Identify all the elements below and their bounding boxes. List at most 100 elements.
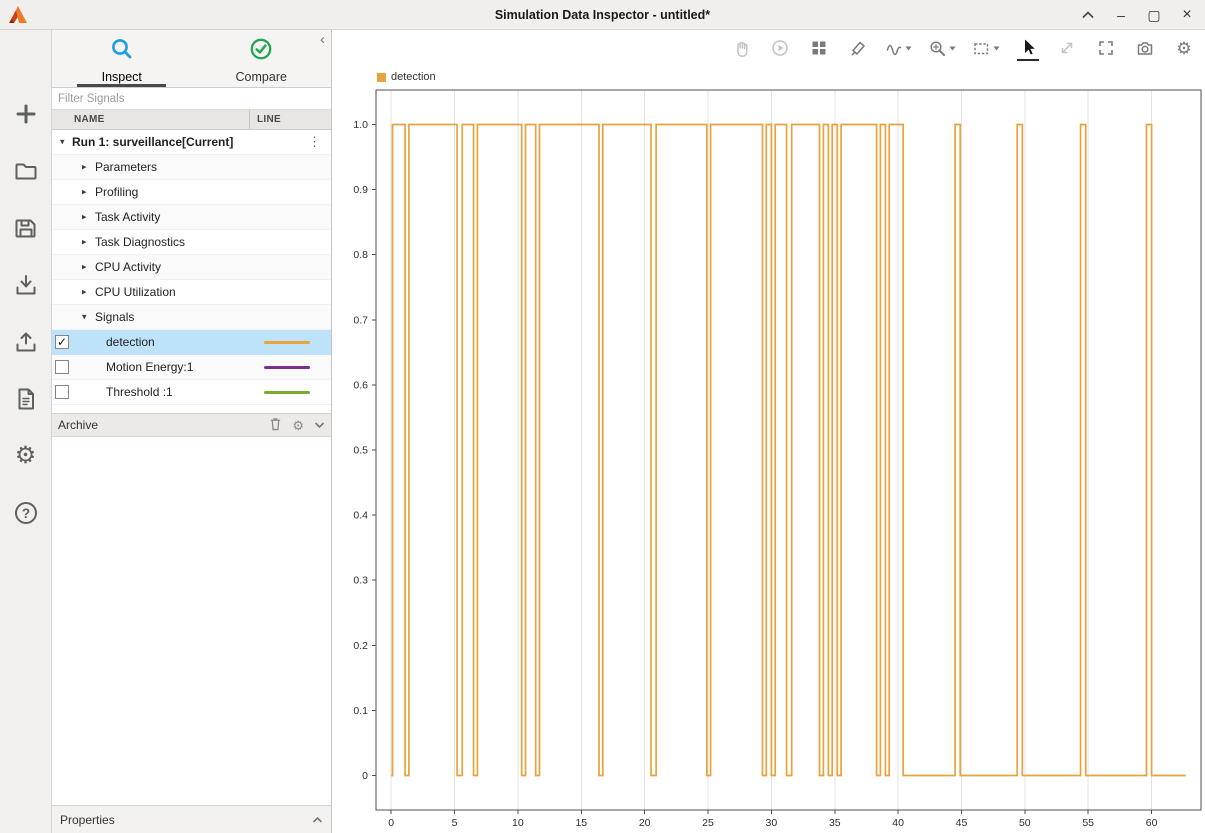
svg-text:0.1: 0.1 [353,705,368,717]
tab-inspect-label: Inspect [102,70,142,84]
window-title: Simulation Data Inspector - untitled* [0,8,1205,22]
svg-text:0.5: 0.5 [353,445,368,457]
column-header-name: NAME [52,110,250,129]
filter-signals-input[interactable] [52,88,331,109]
tree-expand-closed-icon[interactable]: ▸ [82,212,87,223]
tree-group-row[interactable]: ▸ Parameters [52,155,331,180]
tab-inspect[interactable]: Inspect [52,30,192,87]
delete-trash-icon[interactable] [269,417,282,434]
signal-checkbox[interactable] [55,385,69,399]
tree-item-label: Task Diagnostics [95,235,185,249]
tree-item-label: Parameters [95,160,157,174]
signal-line-swatch [264,391,310,394]
matlab-logo-icon [7,4,29,26]
save-button[interactable] [11,215,41,241]
signal-row[interactable]: Threshold :1 [52,380,331,405]
tree-item-label: Signals [95,310,134,324]
svg-text:0.2: 0.2 [353,640,368,652]
signal-checkbox[interactable] [55,360,69,374]
column-header-line: LINE [250,110,331,129]
signal-name-label: Motion Energy:1 [106,360,193,374]
gear-icon: ⚙ [15,444,37,468]
svg-text:55: 55 [1082,817,1094,829]
title-bar: Simulation Data Inspector - untitled* – … [0,0,1205,30]
tree-expand-closed-icon[interactable]: ▸ [82,237,87,248]
svg-text:10: 10 [512,817,524,829]
preferences-button[interactable]: ⚙ [11,443,41,469]
export-button[interactable] [11,329,41,355]
compare-check-icon [249,37,273,66]
tree-group-row[interactable]: ▸ Task Activity [52,205,331,230]
svg-text:40: 40 [892,817,904,829]
tree-expand-closed-icon[interactable]: ▸ [82,262,87,273]
tree-item-label: Task Activity [95,210,160,224]
svg-text:?: ? [21,506,29,521]
tree-expand-closed-icon[interactable]: ▸ [82,187,87,198]
signal-checkbox[interactable]: ✓ [55,335,69,349]
archive-collapse-chevron-icon[interactable] [314,418,325,432]
svg-text:1.0: 1.0 [353,119,368,131]
tree-group-row[interactable]: ▸ Profiling [52,180,331,205]
help-button[interactable]: ? [11,500,41,526]
plot-panel: ⚙ detection 05101520253035404550556000.1… [333,30,1205,833]
signal-line-swatch [264,341,310,344]
window-shade-icon[interactable] [1080,7,1096,23]
svg-text:60: 60 [1146,817,1158,829]
svg-text:15: 15 [575,817,587,829]
signal-name-label: detection [106,335,155,349]
run-row[interactable]: ▾ Run 1: surveillance[Current] ⋮ [52,130,331,155]
signal-name-label: Threshold :1 [106,385,173,399]
filter-row [52,88,331,110]
tree-group-row[interactable]: ▸ Task Diagnostics [52,230,331,255]
svg-text:0.4: 0.4 [353,510,368,522]
svg-text:30: 30 [766,817,778,829]
properties-bar[interactable]: Properties [52,805,331,833]
tree-group-row[interactable]: ▸ CPU Utilization [52,280,331,305]
window-minimize-icon[interactable]: – [1113,7,1129,23]
run-options-kebab-icon[interactable]: ⋮ [308,134,321,150]
properties-expand-chevron-icon[interactable] [312,813,323,827]
svg-text:0: 0 [362,770,368,782]
tree-expand-closed-icon[interactable]: ▸ [82,162,87,173]
tree-expand-closed-icon[interactable]: ▸ [82,287,87,298]
svg-text:0.8: 0.8 [353,249,368,261]
svg-text:0: 0 [388,817,394,829]
tree-expand-open-icon[interactable]: ▾ [60,137,65,148]
svg-text:5: 5 [452,817,458,829]
tree-expand-open-icon[interactable]: ▾ [82,312,87,323]
svg-text:20: 20 [639,817,651,829]
create-report-button[interactable] [11,386,41,412]
svg-text:0.9: 0.9 [353,184,368,196]
signal-browser-panel: Inspect Compare ‹ NAME LINE ▾ Run 1: surv… [52,30,332,833]
svg-text:50: 50 [1019,817,1031,829]
tree-item-label: CPU Activity [95,260,161,274]
tree-group-row[interactable]: ▸ CPU Activity [52,255,331,280]
app-toolbar: ⚙ ? [0,30,52,833]
tab-compare-label: Compare [236,70,287,84]
signals-group-row[interactable]: ▾ Signals [52,305,331,330]
archive-settings-gear-icon[interactable]: ⚙ [292,419,304,432]
import-button[interactable] [11,272,41,298]
archive-bar[interactable]: Archive ⚙ [52,413,331,437]
svg-text:0.6: 0.6 [353,379,368,391]
window-maximize-icon[interactable]: ▢ [1146,7,1162,23]
svg-text:25: 25 [702,817,714,829]
run-label: Run 1: surveillance[Current] [72,135,233,149]
tab-compare[interactable]: Compare [192,30,332,87]
window-close-icon[interactable]: × [1179,7,1195,23]
signal-row[interactable]: ✓ detection [52,330,331,355]
plot-canvas[interactable]: 05101520253035404550556000.10.20.30.40.5… [333,30,1205,833]
properties-label: Properties [60,813,115,827]
tree-item-label: CPU Utilization [95,285,176,299]
open-folder-button[interactable] [11,158,41,184]
signal-row[interactable]: Motion Energy:1 [52,355,331,380]
tree-item-label: Profiling [95,185,138,199]
collapse-sidebar-icon[interactable]: ‹ [320,32,325,47]
inspect-magnifier-icon [110,37,134,66]
mode-tabs: Inspect Compare ‹ [52,30,331,88]
archive-label: Archive [58,418,98,432]
svg-text:0.3: 0.3 [353,575,368,587]
add-run-button[interactable] [11,101,41,127]
signal-line-swatch [264,366,310,369]
svg-text:35: 35 [829,817,841,829]
